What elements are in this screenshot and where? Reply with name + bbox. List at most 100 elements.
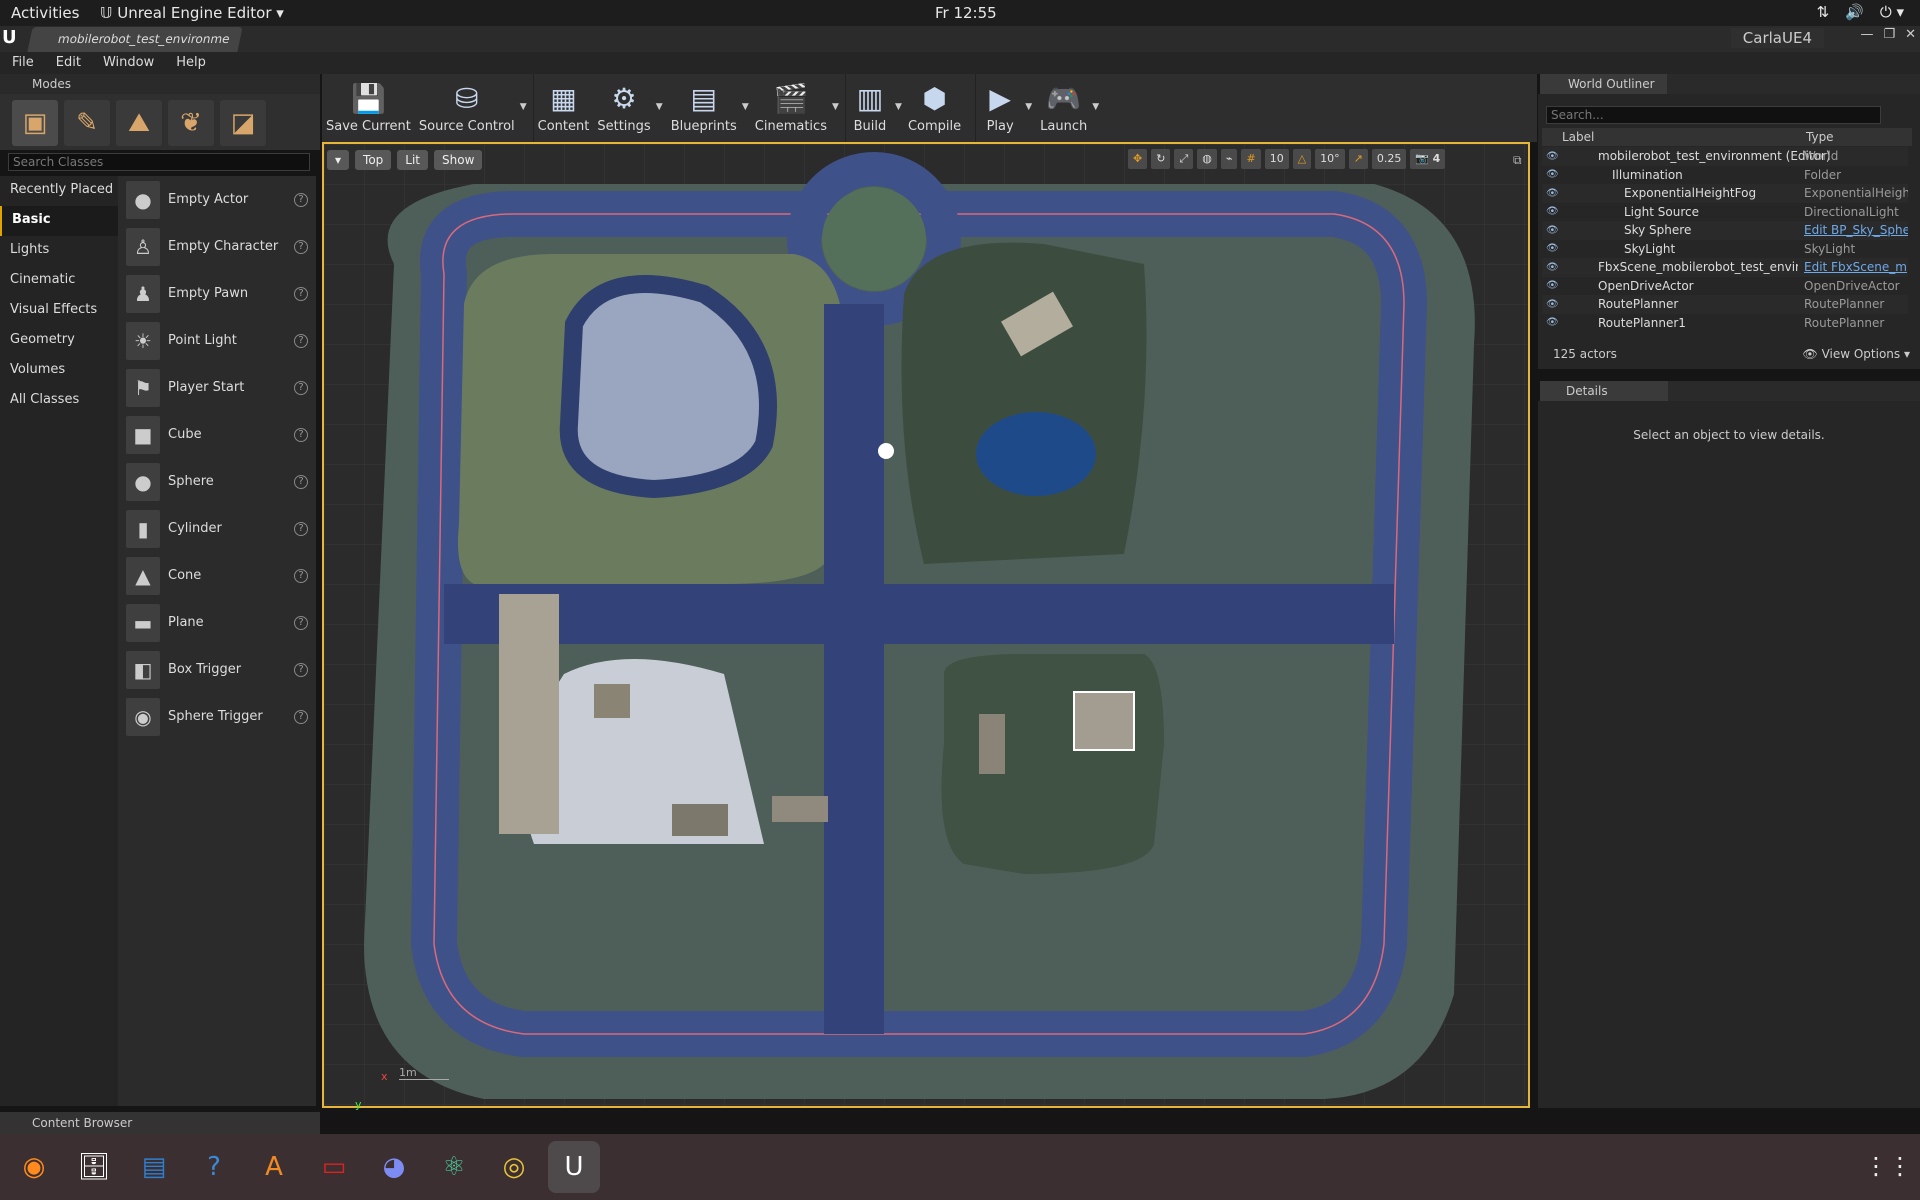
view-mode-top-button[interactable]: Top [355, 150, 392, 170]
category-visual-effects[interactable]: Visual Effects [0, 296, 118, 326]
landscape-mode-icon[interactable]: ⛰ [116, 100, 162, 146]
eye-icon[interactable]: 👁 [1546, 243, 1560, 254]
class-item[interactable]: ▬ Plane? [118, 599, 316, 646]
class-item[interactable]: ♙ Empty Character? [118, 223, 316, 270]
system-tray[interactable]: ⇅ 🔊 ⏻ ▾ [1817, 3, 1904, 21]
category-cinematic[interactable]: Cinematic [0, 266, 118, 296]
map-top-view[interactable] [324, 144, 1528, 1106]
scale-icon[interactable]: ⤢ [1174, 149, 1194, 169]
help-icon[interactable]: ? [188, 1141, 240, 1193]
grid-snap-icon[interactable]: # [1241, 149, 1261, 169]
settings-button[interactable]: ⚙ Settings ▼ [593, 74, 662, 142]
writer-icon[interactable]: ▤ [128, 1141, 180, 1193]
cinematics-button[interactable]: 🎬 Cinematics ▼ [751, 74, 839, 142]
maximize-viewport-icon[interactable]: ⧉ [1513, 153, 1522, 168]
network-icon[interactable]: ⇅ [1817, 3, 1830, 21]
class-item[interactable]: ⚑ Player Start? [118, 364, 316, 411]
world-icon[interactable]: ◍ [1197, 149, 1217, 169]
outliner-row[interactable]: 👁 RoutePlanner1 RoutePlanner [1542, 314, 1908, 333]
eye-icon[interactable]: 👁 [1546, 206, 1560, 217]
dropdown-arrow-icon[interactable]: ▼ [1092, 102, 1099, 112]
content-button[interactable]: ▦ Content [532, 74, 594, 142]
geometry-mode-icon[interactable]: ◪ [220, 100, 266, 146]
show-button[interactable]: Show [434, 150, 483, 170]
class-item[interactable]: ▮ Cylinder? [118, 505, 316, 552]
eye-icon[interactable]: 👁 [1546, 169, 1560, 180]
blueprints-button[interactable]: ▤ Blueprints ▼ [667, 74, 749, 142]
help-icon[interactable]: ? [294, 521, 308, 536]
app-menu[interactable]: 𝕌 Unreal Engine Editor ▾ [100, 4, 284, 22]
close-icon[interactable]: ✕ [1905, 27, 1916, 42]
category-recently-placed[interactable]: Recently Placed [0, 176, 118, 206]
help-icon[interactable]: ? [294, 568, 308, 583]
details-tab[interactable]: Details [1540, 381, 1668, 401]
volume-icon[interactable]: 🔊 [1845, 3, 1864, 21]
eye-icon[interactable]: 👁 [1546, 280, 1560, 291]
category-volumes[interactable]: Volumes [0, 356, 118, 386]
dropdown-arrow-icon[interactable]: ▼ [895, 102, 902, 112]
level-viewport[interactable] [322, 142, 1530, 1108]
eye-icon[interactable]: 👁 [1546, 225, 1560, 236]
foliage-mode-icon[interactable]: ❦ [168, 100, 214, 146]
outliner-row[interactable]: 👁 SkyLight SkyLight [1542, 240, 1908, 259]
row-type-link[interactable]: Edit FbxScene_m [1804, 260, 1908, 274]
activities-button[interactable]: Activities [11, 4, 79, 22]
paint-mode-icon[interactable]: ✎ [64, 100, 110, 146]
chrome-icon[interactable]: ◎ [488, 1141, 540, 1193]
app-grid-icon[interactable]: ⋮⋮ [1864, 1150, 1912, 1182]
column-label[interactable]: Label [1562, 130, 1594, 144]
lit-button[interactable]: Lit [397, 150, 429, 170]
minimize-icon[interactable]: — [1860, 27, 1873, 42]
world-outliner-tab[interactable]: World Outliner [1540, 74, 1667, 94]
help-icon[interactable]: ? [294, 380, 308, 395]
help-icon[interactable]: ? [294, 662, 308, 677]
scale-snap-value[interactable]: 0.25 [1371, 149, 1407, 169]
help-icon[interactable]: ? [294, 286, 308, 301]
power-icon[interactable]: ⏻ ▾ [1880, 3, 1904, 21]
play-button[interactable]: ▶ Play ▼ [975, 74, 1032, 142]
column-type[interactable]: Type [1806, 130, 1834, 144]
help-icon[interactable]: ? [294, 427, 308, 442]
eye-icon[interactable]: 👁 [1546, 188, 1560, 199]
level-tab[interactable]: mobilerobot_test_environme [27, 27, 243, 52]
help-icon[interactable]: ? [294, 615, 308, 630]
help-icon[interactable]: ? [294, 333, 308, 348]
outliner-row[interactable]: 👁 Illumination Folder [1542, 166, 1908, 185]
clock[interactable]: Fr 12:55 [935, 4, 997, 22]
outliner-search-input[interactable]: Search... [1546, 106, 1881, 124]
files-icon[interactable]: 🗄 [68, 1141, 120, 1193]
outliner-row[interactable]: 👁 mobilerobot_test_environment (Editor) Wo… [1542, 147, 1908, 166]
dropdown-arrow-icon[interactable]: ▼ [832, 102, 839, 112]
outliner-row[interactable]: 👁 Sky Sphere Edit BP_Sky_Sphere [1542, 221, 1908, 240]
eye-icon[interactable]: 👁 [1546, 299, 1560, 310]
outliner-row[interactable]: 👁 OpenDriveActor OpenDriveActor [1542, 277, 1908, 296]
surface-snap-icon[interactable]: ⌁ [1220, 149, 1238, 169]
class-item[interactable]: ■ Cube? [118, 411, 316, 458]
help-icon[interactable]: ? [294, 474, 308, 489]
dropdown-arrow-icon[interactable]: ▼ [520, 102, 527, 112]
outliner-row[interactable]: 👁 Light Source DirectionalLight [1542, 203, 1908, 222]
grid-size-value[interactable]: 10 [1264, 149, 1289, 169]
row-type-link[interactable]: Edit BP_Sky_Sphere [1804, 223, 1908, 237]
category-lights[interactable]: Lights [0, 236, 118, 266]
eye-icon[interactable]: 👁 [1546, 262, 1560, 273]
menu-window[interactable]: Window [103, 55, 154, 74]
help-icon[interactable]: ? [294, 192, 308, 207]
outliner-row[interactable]: 👁 RoutePlanner RoutePlanner [1542, 295, 1908, 314]
dropdown-arrow-icon[interactable]: ▼ [1025, 102, 1032, 112]
menu-edit[interactable]: Edit [56, 55, 81, 74]
angle-snap-icon[interactable]: △ [1292, 149, 1312, 169]
outliner-row[interactable]: 👁 ExponentialHeightFog ExponentialHeightFo… [1542, 184, 1908, 203]
class-item[interactable]: ◉ Sphere Trigger? [118, 693, 316, 740]
help-icon[interactable]: ? [294, 709, 308, 724]
class-item[interactable]: ▲ Cone? [118, 552, 316, 599]
menu-file[interactable]: File [12, 55, 34, 74]
camera-speed-icon[interactable]: 📷 4 [1410, 149, 1446, 169]
content-browser-tab[interactable]: Content Browser [0, 1112, 320, 1134]
translate-icon[interactable]: ✥ [1128, 149, 1148, 169]
save-current-button[interactable]: 💾 Save Current [322, 74, 415, 142]
build-button[interactable]: ▥ Build ▼ [844, 74, 902, 142]
scale-snap-icon[interactable]: ↗ [1348, 149, 1368, 169]
source-control-button[interactable]: ⛁ Source Control ▼ [415, 74, 527, 142]
eye-icon[interactable]: 👁 [1546, 151, 1560, 162]
